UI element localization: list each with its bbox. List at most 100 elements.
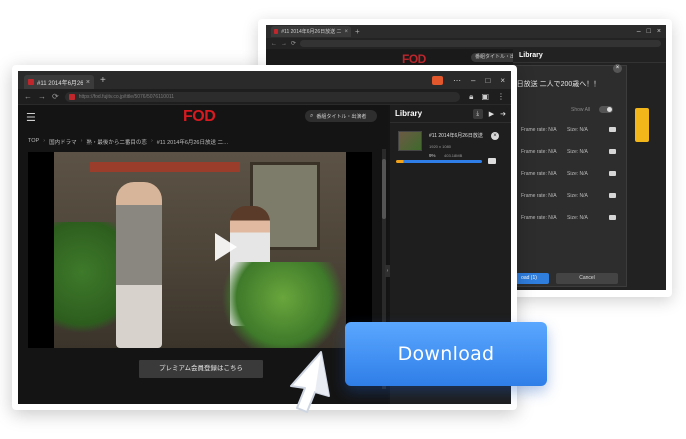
- back-arrow-icon[interactable]: ←: [271, 41, 277, 47]
- browser-tab[interactable]: #11 2014年6月26日 ×: [24, 75, 94, 89]
- back-window-controls: – □ ×: [637, 28, 661, 35]
- size: Size: N/A: [567, 126, 588, 133]
- video-scene-shelf: [90, 162, 240, 172]
- forward-arrow-icon[interactable]: →: [38, 92, 46, 101]
- breadcrumb-separator: ›: [43, 138, 46, 144]
- url-input[interactable]: https://fod.fujitv.co.jp/title/5076/5076…: [64, 91, 460, 102]
- back-library-title: Library: [519, 51, 543, 59]
- frame-rate: Frame rate: N/A: [521, 126, 557, 133]
- download-icon[interactable]: ⤓: [472, 108, 483, 119]
- address-actions: 🔒︎ ▣ ⋮: [469, 92, 505, 102]
- back-titlebar: #11 2014年6月26日放送 二人で × + – □ ×: [266, 25, 666, 38]
- progress-fill: [396, 160, 482, 163]
- frame-rate: Frame rate: N/A: [521, 148, 557, 155]
- dialog-cancel-button[interactable]: Cancel: [556, 273, 618, 284]
- show-all-toggle[interactable]: [599, 106, 613, 113]
- format-row[interactable]: Frame rate: N/A Size: N/A: [511, 143, 628, 160]
- forward-arrow-icon[interactable]: →: [281, 41, 287, 47]
- close-icon[interactable]: ×: [500, 76, 505, 85]
- minimize-icon[interactable]: –: [637, 28, 641, 35]
- camera-icon[interactable]: ▣: [481, 92, 489, 102]
- maximize-icon[interactable]: □: [485, 76, 490, 85]
- video-scene-plant: [218, 262, 346, 348]
- fod-logo[interactable]: FOD: [183, 108, 216, 126]
- video-player[interactable]: [28, 152, 372, 348]
- caption-icon: [609, 149, 616, 154]
- back-url-field[interactable]: [300, 40, 661, 47]
- favicon-icon: [28, 79, 34, 85]
- close-icon[interactable]: ×: [491, 132, 499, 140]
- size: Size: N/A: [567, 148, 588, 155]
- library-item-percent: 9%: [429, 153, 436, 158]
- back-arrow-icon[interactable]: ←: [24, 92, 32, 101]
- url-text: https://fod.fujitv.co.jp/title/5076/5076…: [78, 93, 175, 100]
- breadcrumb-separator: ›: [80, 138, 83, 144]
- breadcrumb-separator: ›: [150, 138, 153, 144]
- library-item[interactable]: #11 2014年6月26日放送 1920 x 1080 9% 403.18MB…: [396, 129, 505, 165]
- tab-title: #11 2014年6月26日: [37, 80, 83, 87]
- close-icon[interactable]: ×: [344, 29, 348, 35]
- close-icon[interactable]: ×: [613, 64, 622, 73]
- size: Size: N/A: [567, 192, 588, 199]
- back-fod-logo: FOD: [402, 52, 426, 66]
- frame-rate: Frame rate: N/A: [521, 170, 557, 177]
- format-row[interactable]: Frame rate: N/A Size: N/A: [511, 187, 628, 204]
- back-tab-title: #11 2014年6月26日放送 二人で: [281, 29, 342, 35]
- promo-stage: #11 2014年6月26日放送 二人で × + – □ × ← → ⟳ FOD…: [0, 0, 686, 439]
- library-actions: ⤓ ▶ ➔: [472, 108, 506, 119]
- cursor-icon: [290, 351, 330, 413]
- library-item-thumbnail: [398, 131, 422, 151]
- new-tab-icon[interactable]: +: [355, 27, 360, 36]
- extension-icon[interactable]: [432, 75, 444, 85]
- search-placeholder: 番組タイトル・出演者: [316, 113, 367, 120]
- download-button[interactable]: Download: [345, 322, 547, 386]
- more-icon[interactable]: ⋮: [497, 92, 505, 102]
- download-progress-bar: [396, 160, 482, 163]
- minimize-icon[interactable]: –: [471, 76, 475, 85]
- new-tab-icon[interactable]: +: [100, 75, 106, 86]
- video-scene-plant: [54, 222, 124, 348]
- format-row[interactable]: Frame rate: N/A Size: N/A: [511, 209, 628, 226]
- reload-icon[interactable]: ⟳: [291, 40, 296, 47]
- library-title: Library: [395, 109, 423, 118]
- frame-rate: Frame rate: N/A: [521, 214, 557, 221]
- breadcrumb-item[interactable]: 国内ドラマ: [49, 138, 77, 146]
- breadcrumb-item[interactable]: TOP: [28, 138, 39, 146]
- site-icon: [68, 93, 75, 100]
- hamburger-icon[interactable]: ☰: [26, 113, 36, 124]
- breadcrumb: TOP › 国内ドラマ › 熟・最後から二番目の恋 › #11 2014年6月2…: [28, 138, 229, 146]
- reload-icon[interactable]: ⟳: [52, 92, 59, 101]
- search-input[interactable]: ⌕ 番組タイトル・出演者: [305, 110, 377, 122]
- dialog-title: 126日放送 二人で200歳へ！！: [505, 81, 601, 88]
- library-item-title: #11 2014年6月26日放送: [429, 133, 483, 139]
- breadcrumb-item[interactable]: 熟・最後から二番目の恋: [86, 138, 147, 146]
- maximize-icon[interactable]: □: [647, 28, 651, 35]
- caption-icon: [609, 127, 616, 132]
- library-item-resolution: 1920 x 1080: [429, 144, 452, 149]
- window-controls: ⋯ – □ ×: [432, 75, 505, 85]
- format-row[interactable]: Frame rate: N/A Size: N/A: [511, 165, 628, 182]
- video-icon[interactable]: ▶: [489, 110, 494, 118]
- premium-signup-button[interactable]: プレミアム会員登録はこちら: [139, 360, 263, 378]
- lock-icon[interactable]: 🔒︎: [469, 92, 473, 102]
- favicon-icon: [274, 29, 279, 34]
- arrow-right-icon[interactable]: ➔: [500, 110, 506, 118]
- library-item-size: 403.18MB: [444, 153, 463, 158]
- stop-icon[interactable]: [488, 158, 496, 164]
- format-row[interactable]: Frame rate: N/A Size: N/A: [511, 121, 628, 138]
- yellow-accent: [635, 108, 649, 142]
- size: Size: N/A: [567, 214, 588, 221]
- back-tab[interactable]: #11 2014年6月26日放送 二人で ×: [271, 26, 351, 37]
- close-icon[interactable]: ×: [86, 79, 90, 86]
- play-icon[interactable]: [215, 233, 237, 261]
- video-frame: [54, 152, 346, 348]
- search-icon: ⌕: [310, 112, 314, 119]
- close-icon[interactable]: ×: [657, 28, 661, 35]
- scrollbar-thumb[interactable]: [382, 159, 386, 219]
- show-all-label: Show All: [571, 107, 591, 113]
- address-bar: ← → ⟳ https://fod.fujitv.co.jp/title/507…: [18, 89, 511, 105]
- library-header: Library ⤓ ▶ ➔: [390, 105, 511, 123]
- caption-icon: [609, 215, 616, 220]
- menu-dots-icon[interactable]: ⋯: [453, 76, 461, 85]
- format-dialog: × 126日放送 二人で200歳へ！！ ... Show All Frame r…: [505, 64, 628, 287]
